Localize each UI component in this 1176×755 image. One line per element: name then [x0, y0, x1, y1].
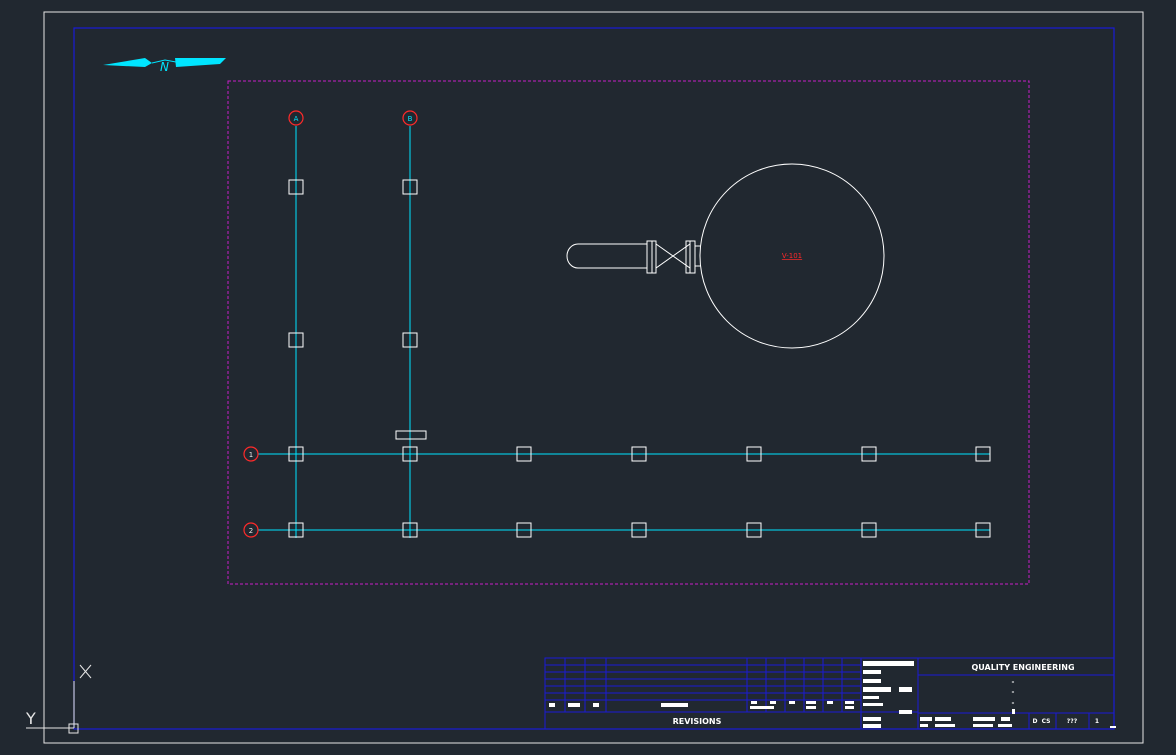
drawing-frame	[73, 27, 1115, 730]
title-field-size: D	[1033, 718, 1038, 725]
small-plate[interactable]	[395, 430, 427, 440]
vessel-assembly[interactable]	[566, 163, 885, 349]
vessel-tag[interactable]: V-101	[782, 252, 802, 260]
revisions-label: REVISIONS	[673, 717, 722, 726]
title-field-rev: 1	[1095, 718, 1099, 725]
title-dash-3: -	[1012, 699, 1015, 707]
nozzle-pipe[interactable]	[566, 243, 647, 269]
north-arrow-label: N	[160, 60, 169, 74]
grid-bubble-2[interactable]: 2	[243, 522, 259, 538]
svg-text:1: 1	[249, 451, 253, 459]
title-dash-2: -	[1012, 688, 1015, 696]
flange-left-2	[651, 240, 657, 274]
viewport-boundary[interactable]	[227, 80, 1030, 585]
svg-text:B: B	[408, 115, 413, 123]
grid-bubble-a[interactable]: A	[288, 110, 304, 126]
company-name: QUALITY ENGINEERING	[971, 663, 1074, 672]
title-field-drawing-no: ???	[1067, 718, 1078, 725]
cad-model-space[interactable]: N A B 1 2 V-101 QUALITY ENGINEERING REVI…	[0, 0, 1176, 755]
svg-text:2: 2	[249, 527, 253, 535]
north-arrow-icon: N	[103, 58, 226, 74]
valve-icon[interactable]	[655, 243, 691, 269]
svg-text:A: A	[294, 115, 299, 123]
title-field-cs: CS	[1042, 718, 1051, 725]
ucs-y-label: Y	[25, 709, 36, 728]
grid-bubble-1[interactable]: 1	[243, 446, 259, 462]
flange-right-2	[689, 240, 696, 274]
column-markers	[288, 179, 991, 538]
sheet-border	[43, 11, 1144, 744]
flange-left	[646, 240, 653, 274]
grid-bubble-b[interactable]: B	[402, 110, 418, 126]
title-dash-1: -	[1012, 678, 1015, 686]
grid-lines	[258, 126, 990, 538]
